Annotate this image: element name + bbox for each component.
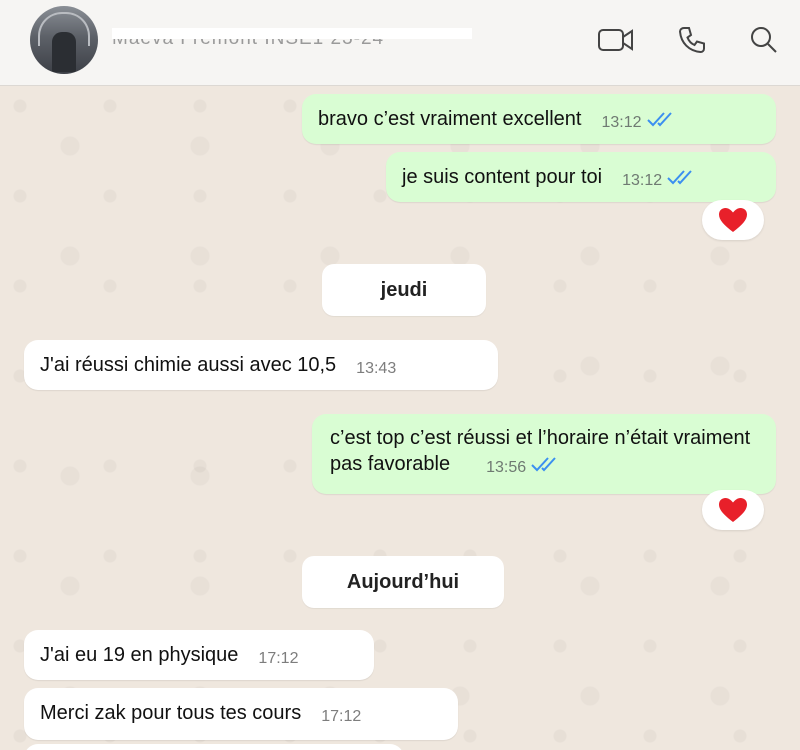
message-outgoing[interactable]: c’est top c’est réussi et l’horaire n’ét… xyxy=(312,414,776,494)
message-outgoing[interactable]: je suis content pour toi 13:12 xyxy=(386,152,776,202)
date-label: Aujourd’hui xyxy=(346,570,460,593)
message-time: 13:56 xyxy=(486,459,527,476)
avatar-photo-figure xyxy=(52,32,76,72)
message-incoming[interactable]: J'ai réussi chimie aussi avec 10,5 13:43 xyxy=(24,340,498,390)
heart-icon xyxy=(719,208,747,232)
read-receipt-icon xyxy=(646,108,674,127)
message-time: 13:12 xyxy=(622,172,663,189)
phone-icon[interactable] xyxy=(672,20,712,60)
contact-avatar[interactable] xyxy=(30,6,98,74)
date-separator: jeudi xyxy=(322,264,486,316)
message-text: Merci zak pour tous tes cours xyxy=(40,702,302,724)
search-icon[interactable] xyxy=(744,20,784,60)
message-text: J'ai réussi chimie aussi avec 10,5 xyxy=(40,354,337,376)
chat-header: Maeva Fremont INSE1 23-24 xyxy=(0,0,800,86)
name-redaction xyxy=(112,28,472,39)
message-text: J'ai eu 19 en physique xyxy=(40,644,239,666)
message-time: 17:12 xyxy=(258,650,299,667)
message-text: je suis content pour toi xyxy=(402,166,603,188)
contact-name[interactable]: Maeva Fremont INSE1 23-24 xyxy=(112,28,472,50)
message-incoming-partial[interactable] xyxy=(24,744,404,750)
message-text: bravo c’est vraiment excellent xyxy=(318,108,582,130)
date-label: jeudi xyxy=(380,278,428,301)
reaction-badge[interactable] xyxy=(702,200,764,240)
message-time: 13:43 xyxy=(356,360,397,377)
read-receipt-icon xyxy=(530,453,558,472)
chat-area: bravo c’est vraiment excellent 13:12 je s… xyxy=(0,86,800,750)
date-separator: Aujourd’hui xyxy=(302,556,504,608)
reaction-badge[interactable] xyxy=(702,490,764,530)
message-time: 17:12 xyxy=(321,708,362,725)
heart-icon xyxy=(719,498,747,522)
message-incoming[interactable]: J'ai eu 19 en physique 17:12 xyxy=(24,630,374,680)
message-incoming[interactable]: Merci zak pour tous tes cours 17:12 xyxy=(24,688,458,740)
message-outgoing[interactable]: bravo c’est vraiment excellent 13:12 xyxy=(302,94,776,144)
message-time: 13:12 xyxy=(601,114,642,131)
video-call-icon[interactable] xyxy=(596,20,636,60)
read-receipt-icon xyxy=(666,166,694,185)
